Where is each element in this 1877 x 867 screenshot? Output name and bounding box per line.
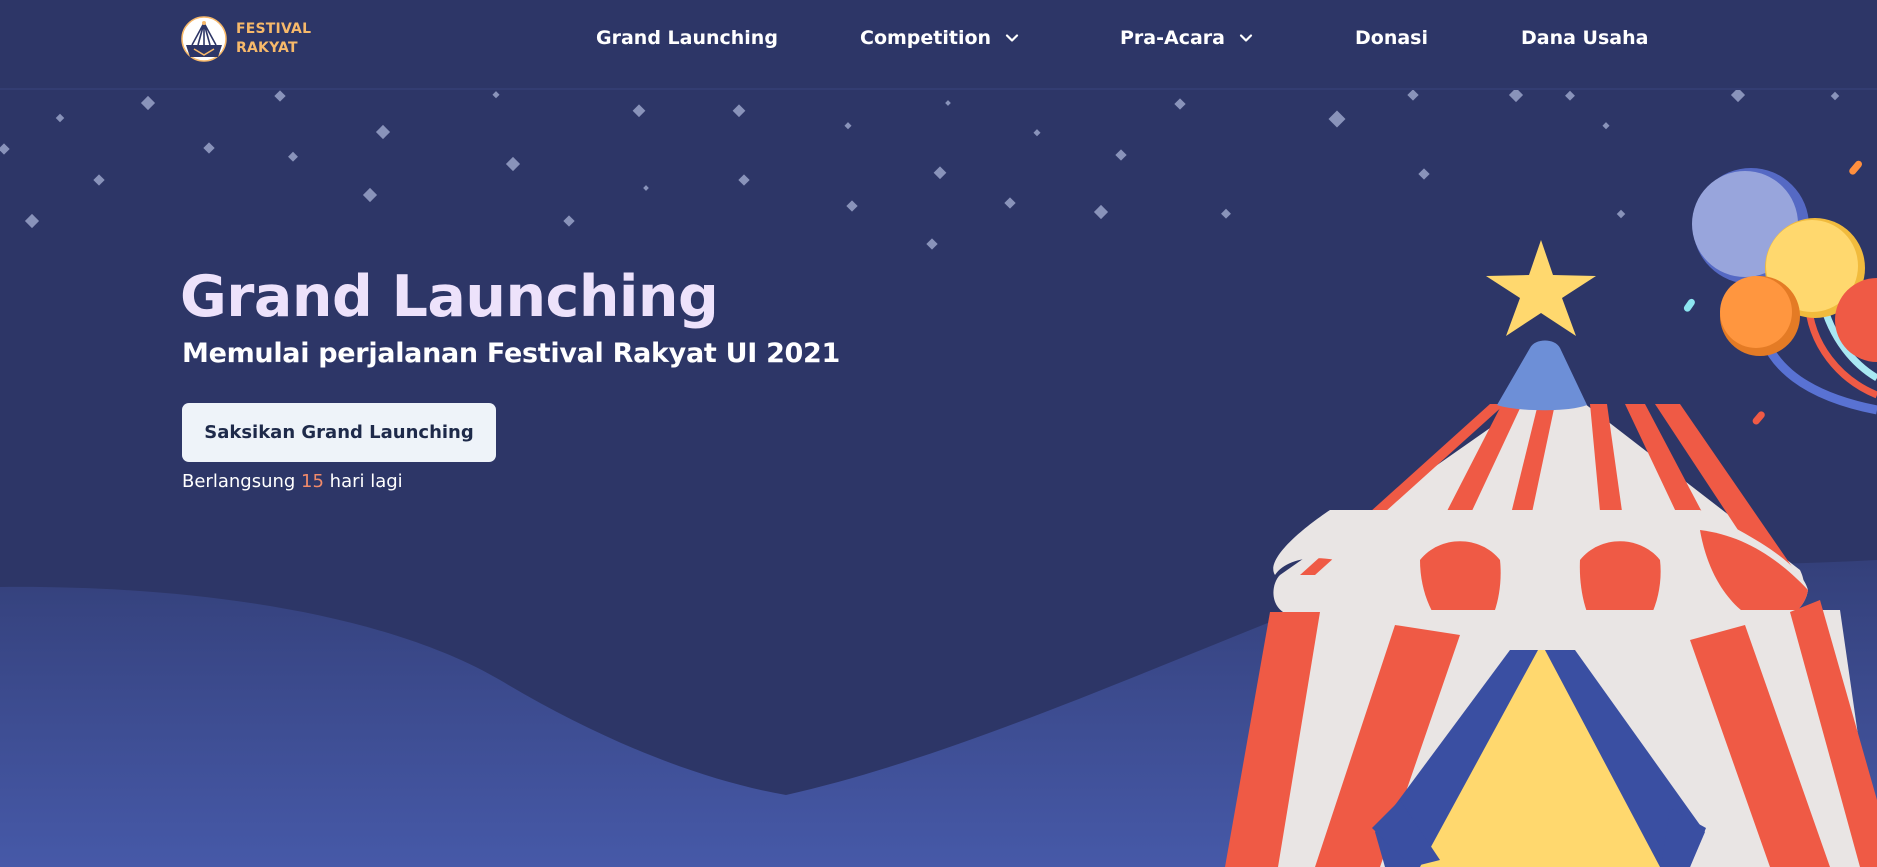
brand-line-2: RAKYAT — [236, 40, 298, 56]
nav-item-donasi[interactable]: Donasi — [1355, 22, 1428, 54]
countdown-prefix: Berlangsung — [182, 471, 302, 492]
brand-logo-link[interactable]: FESTIVAL RAKYAT — [180, 14, 311, 64]
hero-title: Grand Launching — [180, 264, 719, 330]
hero-subtitle: Memulai perjalanan Festival Rakyat UI 20… — [182, 338, 841, 369]
confetti — [1849, 160, 1863, 175]
nav-item-label: Pra-Acara — [1120, 27, 1225, 49]
chevron-down-icon — [1239, 34, 1253, 42]
nav-item-dana-usaha[interactable]: Dana Usaha — [1521, 22, 1648, 54]
nav-item-label: Competition — [860, 27, 992, 49]
nav-item-label: Donasi — [1355, 27, 1428, 49]
watch-grand-launching-button[interactable]: Saksikan Grand Launching — [182, 403, 496, 462]
balloons — [1692, 168, 1877, 415]
background-stars — [0, 87, 1840, 250]
countdown-suffix: hari lagi — [323, 471, 403, 492]
nav-item-label: Grand Launching — [596, 27, 778, 49]
tent-star-icon — [1486, 240, 1596, 336]
brand-name: FESTIVAL RAKYAT — [236, 20, 311, 58]
chevron-down-icon — [1005, 34, 1019, 42]
countdown-text: Berlangsung 15 hari lagi — [182, 469, 403, 495]
nav-item-grand-launching[interactable]: Grand Launching — [596, 22, 778, 54]
top-navbar: FESTIVAL RAKYAT Grand Launching Competit… — [0, 0, 1877, 90]
confetti — [1752, 411, 1765, 425]
nav-item-pra-acara[interactable]: Pra-Acara — [1120, 22, 1253, 54]
nav-item-label: Dana Usaha — [1521, 27, 1649, 49]
brand-line-1: FESTIVAL — [236, 21, 312, 37]
festival-rakyat-logo-icon — [181, 16, 227, 62]
nav-item-competition[interactable]: Competition — [860, 22, 1019, 54]
countdown-days: 15 — [301, 471, 324, 492]
confetti — [1683, 298, 1695, 312]
